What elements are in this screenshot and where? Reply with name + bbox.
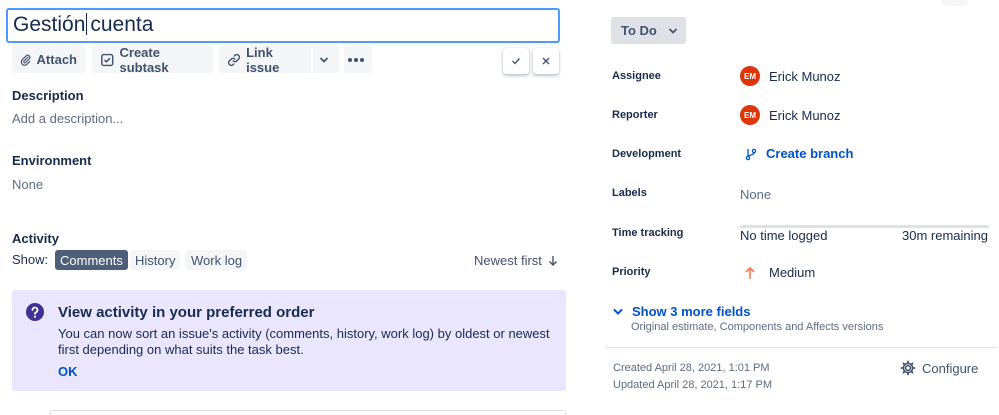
link-issue-dropdown-button[interactable] [313,46,339,73]
more-fields-description: Original estimate, Components and Affect… [631,321,884,333]
chevron-down-icon [319,57,328,63]
environment-value[interactable]: None [12,177,43,192]
text-caret [86,13,88,35]
time-logged-text: No time logged [740,228,828,243]
assignee-label: Assignee [612,70,661,82]
chevron-down-icon [668,28,677,34]
sort-order-label: Newest first [474,253,542,268]
more-actions-button[interactable] [344,46,372,73]
chevron-down-icon [613,308,623,315]
avatar: EM [740,66,760,86]
notice-ok-button[interactable]: OK [58,364,78,379]
create-branch-label: Create branch [766,146,854,161]
toolbar-button-partial[interactable] [942,0,968,6]
notice-body: You can now sort an issue's activity (co… [58,326,550,357]
avatar: EM [740,105,760,125]
labels-label: Labels [612,187,647,199]
divider [605,347,997,348]
status-label: To Do [621,23,657,38]
development-label: Development [612,148,682,160]
summary-edit-controls [503,48,559,74]
arrow-down-icon [548,255,557,266]
description-placeholder[interactable]: Add a description... [12,111,123,126]
assignee-value[interactable]: EM Erick Munoz [740,66,841,86]
reporter-value[interactable]: EM Erick Munoz [740,105,841,125]
confirm-button[interactable] [503,48,529,74]
updated-date: Updated April 28, 2021, 1:17 PM [613,379,772,391]
assignee-name: Erick Munoz [769,68,841,84]
check-icon [512,58,521,65]
priority-text: Medium [769,265,816,280]
notice-title: View activity in your preferred order [58,304,315,321]
activity-heading: Activity [12,231,59,246]
paperclip-icon [20,54,31,66]
time-tracking-label: Time tracking [612,227,684,239]
priority-value[interactable]: Medium [744,265,815,280]
cancel-button[interactable] [533,48,559,74]
gear-icon [900,360,916,376]
close-icon [542,57,550,65]
reporter-name: Erick Munoz [769,107,841,123]
description-heading: Description [12,88,84,103]
more-icon [347,57,364,62]
status-dropdown[interactable]: To Do [611,17,686,44]
create-branch-link[interactable]: Create branch [744,146,853,161]
summary-input[interactable]: Gestión cuenta [6,8,560,43]
link-issue-button[interactable]: Link issue [219,44,311,75]
attach-button[interactable]: Attach [12,46,86,73]
configure-label: Configure [922,360,979,376]
show-more-fields-button[interactable]: Show 3 more fields [612,304,750,319]
arrow-up-icon [745,266,755,279]
create-subtask-button[interactable]: Create subtask [92,44,213,75]
tab-history[interactable]: History [130,250,181,270]
time-remaining-text: 30m remaining [902,228,988,243]
show-more-fields-label: Show 3 more fields [632,304,751,319]
show-label: Show: [12,252,49,267]
created-date: Created April 28, 2021, 1:01 PM [613,362,770,374]
sort-order-button[interactable]: Newest first [474,253,558,268]
labels-value[interactable]: None [740,187,771,202]
create-subtask-label: Create subtask [119,44,169,75]
summary-text: Gestión cuenta [13,13,154,36]
branch-icon [745,148,757,160]
comment-box[interactable] [50,410,566,415]
environment-heading: Environment [12,153,92,168]
tab-work-log[interactable]: Work log [186,250,248,270]
link-issue-label: Link issue [246,44,280,75]
subtask-icon [101,53,114,66]
configure-button[interactable]: Configure [900,360,978,376]
question-icon [26,303,44,321]
tab-comments[interactable]: Comments [55,250,128,270]
activity-order-notice: View activity in your preferred order Yo… [12,290,566,391]
link-icon [228,53,241,66]
priority-label: Priority [612,266,651,278]
reporter-label: Reporter [612,109,658,121]
attach-label: Attach [36,52,77,67]
